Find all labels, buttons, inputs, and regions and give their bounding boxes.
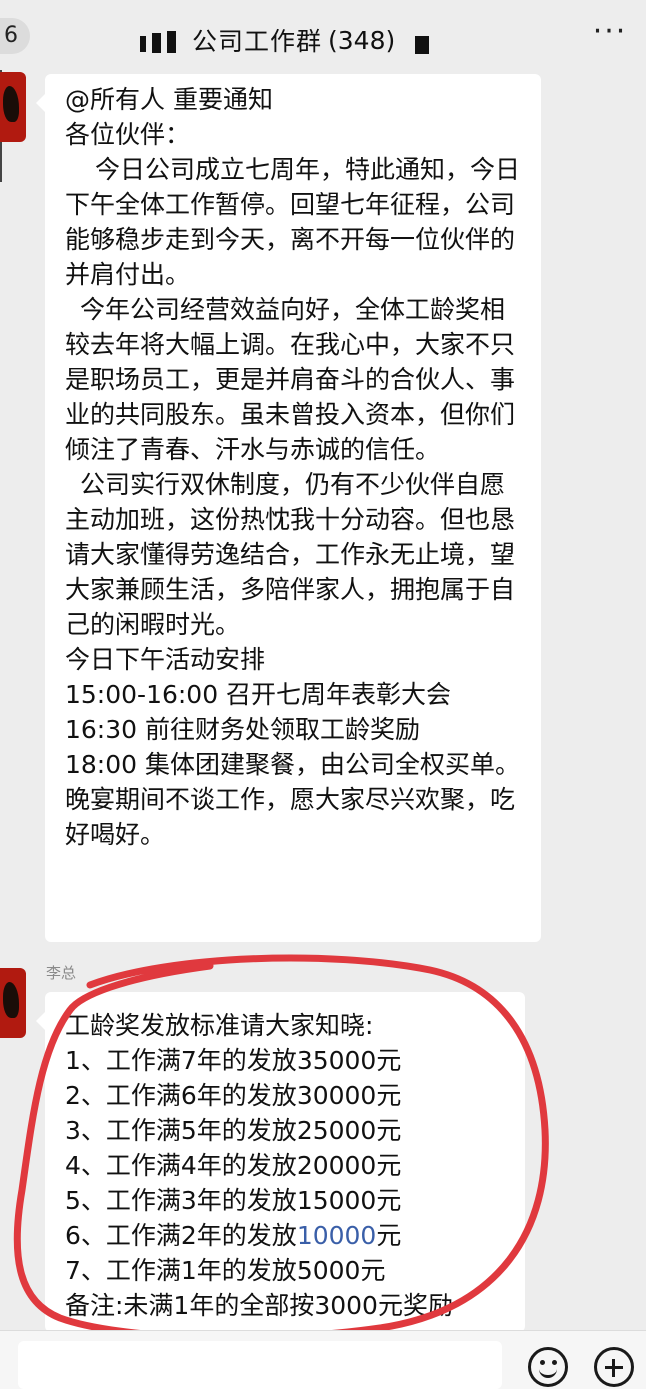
message-paragraph: 公司实行双休制度，仍有不少伙伴自愿主动加班，这份热忱我十分动容。但也恳请大家懂得… [65, 470, 516, 639]
member-count: (348) [328, 25, 396, 55]
message-bubble[interactable]: @所有人 重要通知 各位伙伴： 今日公司成立七周年，特此通知，今日下午全体工作暂… [36, 74, 541, 942]
list-item: 7、工作满1年的发放5000元 [65, 1256, 386, 1285]
redaction-mark [140, 36, 146, 52]
message-line: 18:00 集体团建聚餐，由公司全权买单。 [65, 750, 520, 779]
list-item: 6、工作满2年的发放10000元 [65, 1221, 402, 1250]
list-item: 1、工作满7年的发放35000元 [65, 1046, 402, 1075]
message-line: 各位伙伴： [65, 120, 191, 149]
message-paragraph: 今日公司成立七周年，特此通知，今日下午全体工作暂停。回望七年征程，公司能够稳步走… [65, 155, 521, 289]
message-paragraph: 今年公司经营效益向好，全体工龄奖相较去年将大幅上调。在我心中，大家不只是职场员工… [65, 295, 516, 464]
avatar[interactable] [0, 72, 26, 142]
redaction-mark [167, 31, 176, 53]
highlighted-number[interactable]: 10000 [297, 1221, 377, 1250]
more-dots-icon[interactable]: ··· [592, 17, 628, 50]
message-note: 备注:未满1年的全部按3000元奖励 [65, 1291, 453, 1320]
group-name: 公司工作群 [192, 27, 323, 56]
emoji-mouth [539, 1365, 557, 1378]
avatar[interactable] [0, 968, 26, 1038]
list-item: 5、工作满3年的发放15000元 [65, 1186, 402, 1215]
chat-header: 6 公司工作群 (348) ··· [0, 0, 646, 70]
message-line: 16:30 前往财务处领取工龄奖励 [65, 715, 420, 744]
message-line: 晚宴期间不谈工作，愿大家尽兴欢聚，吃好喝好。 [65, 785, 516, 849]
list-item: 3、工作满5年的发放25000元 [65, 1116, 402, 1145]
message-line: @所有人 重要通知 [65, 85, 273, 114]
input-bar [0, 1330, 646, 1389]
plus-icon[interactable] [594, 1347, 634, 1387]
message-heading: 工龄奖发放标准请大家知晓: [65, 1011, 374, 1040]
message-input[interactable] [18, 1341, 502, 1389]
list-item: 2、工作满6年的发放30000元 [65, 1081, 402, 1110]
back-button-unread-badge[interactable]: 6 [0, 18, 30, 54]
message-line: 15:00-16:00 召开七周年表彰大会 [65, 680, 452, 709]
emoji-icon[interactable] [528, 1347, 568, 1387]
redaction-mark [152, 33, 161, 53]
redaction-mark [415, 36, 430, 54]
sender-name: 李总 [46, 964, 77, 982]
list-item: 4、工作满4年的发放20000元 [65, 1151, 402, 1180]
message-bubble[interactable]: 工龄奖发放标准请大家知晓: 1、工作满7年的发放35000元 2、工作满6年的发… [36, 992, 525, 1332]
chat-title: 公司工作群 (348) [140, 20, 430, 60]
message-line: 今日下午活动安排 [65, 645, 266, 674]
